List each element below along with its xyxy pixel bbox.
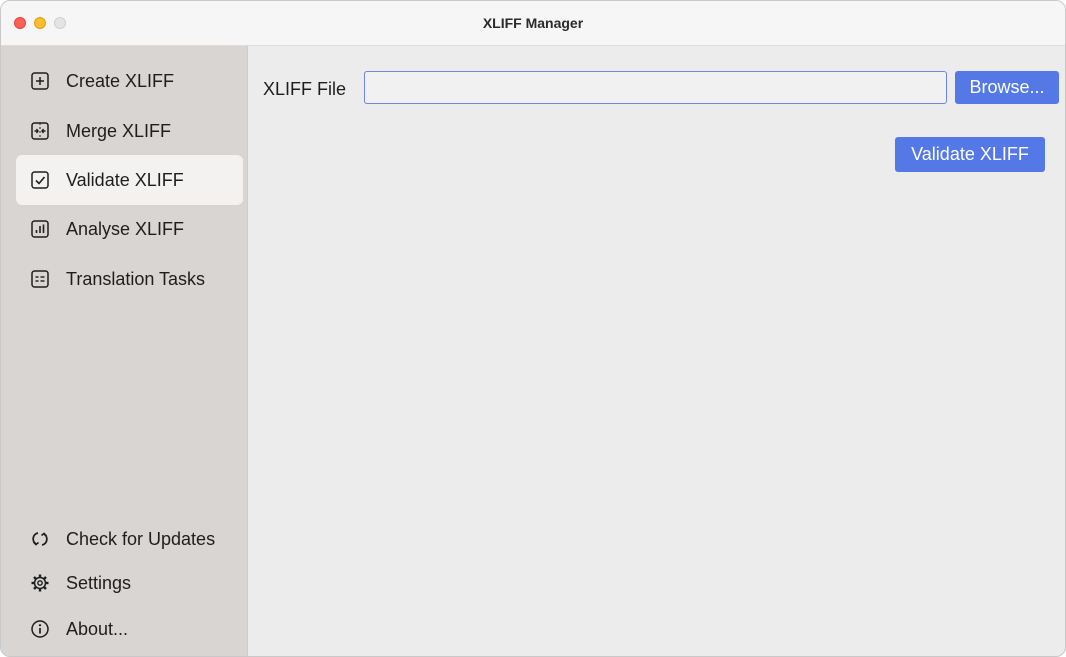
sidebar-item-create-xliff[interactable]: Create XLIFF [16, 56, 243, 106]
xliff-file-input[interactable] [364, 71, 947, 104]
merge-icon [28, 119, 52, 143]
sidebar-item-label: Settings [66, 572, 132, 593]
sidebar-item-label: Translation Tasks [66, 268, 206, 289]
title-bar: XLIFF Manager [1, 1, 1065, 46]
sidebar-item-check-updates[interactable]: Check for Updates [16, 514, 243, 564]
info-icon [28, 617, 52, 641]
sidebar-item-label: Check for Updates [66, 528, 216, 549]
sidebar-item-validate-xliff[interactable]: Validate XLIFF [16, 155, 243, 205]
sidebar-item-label: Analyse XLIFF [66, 218, 185, 239]
sidebar: Create XLIFF Merge XLIFF Validate XLIFF … [1, 46, 248, 656]
app-window: XLIFF Manager Create XLIFF Merge XLIFF V… [0, 0, 1066, 657]
sidebar-item-label: Validate XLIFF [66, 169, 184, 190]
sidebar-item-about[interactable]: About... [16, 604, 243, 654]
bar-chart-icon [28, 217, 52, 241]
browse-button[interactable]: Browse... [955, 71, 1059, 104]
xliff-file-label: XLIFF File [263, 79, 347, 99]
sidebar-item-translation-tasks[interactable]: Translation Tasks [16, 254, 243, 304]
window-title: XLIFF Manager [482, 15, 584, 31]
check-square-icon [28, 168, 52, 192]
sidebar-item-merge-xliff[interactable]: Merge XLIFF [16, 106, 243, 156]
sidebar-item-label: Merge XLIFF [66, 120, 172, 141]
sidebar-item-settings[interactable]: Settings [16, 558, 243, 608]
sidebar-item-label: Create XLIFF [66, 70, 175, 91]
main-panel: XLIFF File Browse... Validate XLIFF [248, 46, 1065, 656]
plus-square-icon [28, 69, 52, 93]
refresh-icon [28, 527, 52, 551]
task-list-icon [28, 267, 52, 291]
sidebar-item-analyse-xliff[interactable]: Analyse XLIFF [16, 204, 243, 254]
gear-icon [28, 571, 52, 595]
sidebar-item-label: About... [66, 618, 129, 639]
validate-xliff-button[interactable]: Validate XLIFF [895, 137, 1045, 172]
